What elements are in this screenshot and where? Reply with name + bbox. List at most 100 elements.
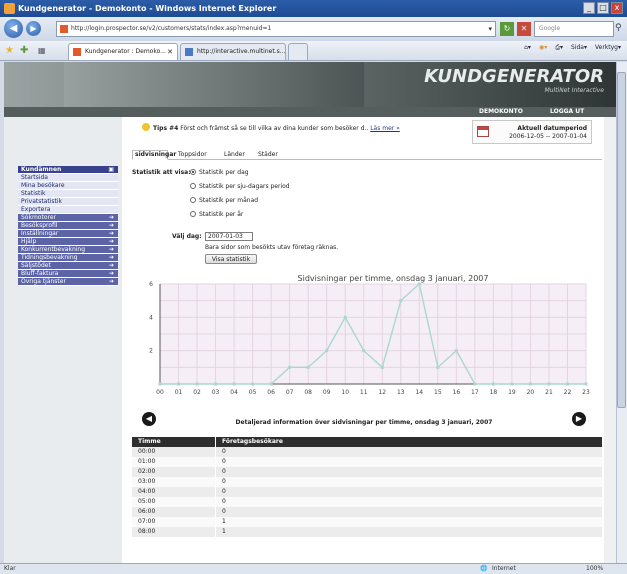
- zoom-level[interactable]: 100%: [586, 564, 603, 574]
- cell-hour: Timme: [138, 438, 161, 445]
- tab-stader[interactable]: Städer: [258, 151, 278, 158]
- tools-menu-label: Verktyg: [595, 44, 618, 51]
- table-row: 05:00 0: [132, 497, 602, 507]
- data-point: [288, 365, 292, 369]
- data-point: [306, 365, 310, 369]
- show-stats-button[interactable]: Visa statistik: [205, 254, 257, 264]
- tab-label: Kundgenerator : Demoko...: [85, 48, 166, 55]
- sidebar-item[interactable]: Konkurrentbevakning ➔: [18, 246, 118, 254]
- sidebar-item[interactable]: Statistik: [18, 190, 118, 198]
- sidebar-item[interactable]: Mina besökare: [18, 182, 118, 190]
- radio-per-month[interactable]: Statistik per månad: [190, 197, 258, 204]
- favorites-star-icon[interactable]: ★: [5, 45, 14, 56]
- page-viewport: KUNDGENERATOR MultiNet Interactive DEMOK…: [4, 62, 616, 563]
- refresh-icon[interactable]: ↻: [500, 22, 514, 36]
- radio-icon: [190, 169, 196, 175]
- x-tick-label: 05: [249, 389, 257, 396]
- stop-icon[interactable]: ✕: [517, 22, 531, 36]
- data-point: [177, 382, 181, 386]
- day-input[interactable]: 2007-01-03: [205, 232, 253, 241]
- tab-lander[interactable]: Länder: [224, 151, 245, 158]
- maximize-button[interactable]: □: [597, 2, 609, 14]
- page-menu[interactable]: Sida▾: [571, 44, 587, 52]
- sidebar-item-label: Kundämnen: [21, 166, 62, 173]
- x-tick-label: 20: [527, 389, 535, 396]
- sidebar-item[interactable]: Sökmotorer ➔: [18, 214, 118, 222]
- tab-interactive[interactable]: http://interactive.multinet.s...: [180, 43, 286, 60]
- radio-per-year[interactable]: Statistik per år: [190, 211, 243, 218]
- new-tab-button[interactable]: [288, 43, 308, 60]
- quick-tabs-icon[interactable]: ▦: [38, 46, 46, 55]
- back-icon[interactable]: ◀: [4, 19, 23, 38]
- forward-icon[interactable]: ▶: [26, 21, 41, 36]
- close-button[interactable]: x: [611, 2, 623, 14]
- cell-visitors: 0: [222, 468, 226, 475]
- sidebar-item[interactable]: Övriga tjänster ➔: [18, 278, 118, 286]
- data-point: [343, 315, 347, 319]
- chevron-down-icon[interactable]: ▾: [488, 22, 492, 36]
- tab-sidvisningar[interactable]: sidvisningar: [135, 151, 176, 158]
- search-icon[interactable]: ⚲: [615, 23, 622, 33]
- data-point: [473, 382, 477, 386]
- collapse-icon: ▣: [108, 166, 114, 173]
- radio-per-week[interactable]: Statistik per sju-dagars period: [190, 183, 290, 190]
- cell-hour: 03:00: [138, 478, 156, 485]
- form-note: Bara sidor som besökts utav företag räkn…: [205, 244, 339, 251]
- day-label: Välj dag:: [172, 233, 202, 240]
- cell-visitors: Företagsbesökare: [222, 438, 283, 445]
- site-favicon-icon: [60, 25, 68, 33]
- next-day-icon[interactable]: ▶: [572, 412, 586, 426]
- sidebar-item[interactable]: Hjälp ➔: [18, 238, 118, 246]
- logout-link[interactable]: LOGGA UT: [550, 108, 584, 115]
- feeds-icon[interactable]: ◉▾: [539, 44, 547, 52]
- add-favorite-icon[interactable]: ✚: [20, 45, 28, 56]
- x-tick-label: 19: [508, 389, 516, 396]
- demo-account-link[interactable]: DEMOKONTO: [479, 108, 523, 115]
- radio-label: Statistik per sju-dagars period: [199, 183, 290, 190]
- tab-toppsidor[interactable]: Toppsidor: [178, 151, 207, 158]
- x-tick-label: 17: [471, 389, 479, 396]
- cell-visitors: 1: [222, 528, 226, 535]
- x-tick-label: 09: [323, 389, 331, 396]
- tab-label: http://interactive.multinet.s...: [197, 48, 286, 55]
- tip-prefix: Tips #4: [153, 125, 179, 132]
- sidebar-item[interactable]: Besöksprofil ➔: [18, 222, 118, 230]
- prev-day-icon[interactable]: ◀: [142, 412, 156, 426]
- sidebar-item[interactable]: Privatstatistik: [18, 198, 118, 206]
- address-bar[interactable]: http://login.prospector.se/v2/customers/…: [56, 21, 496, 37]
- print-icon[interactable]: ⎙▾: [555, 44, 563, 52]
- sidebar-item[interactable]: Säljstödet ➔: [18, 262, 118, 270]
- table-row: 08:00 1: [132, 527, 602, 537]
- pageviews-chart: Sidvisningar per timme, onsdag 3 januari…: [149, 274, 590, 396]
- window-title: Kundgenerator - Demokonto - Windows Inte…: [18, 4, 277, 13]
- x-tick-label: 16: [453, 389, 461, 396]
- sidebar-item[interactable]: Exportera: [18, 206, 118, 214]
- sidebar-item[interactable]: Tidningsbevakning ➔: [18, 254, 118, 262]
- data-point: [269, 382, 273, 386]
- radio-icon: [190, 183, 196, 189]
- minimize-button[interactable]: _: [583, 2, 595, 14]
- date-period-box[interactable]: Aktuell datumperiod 2006-12-05 -- 2007-0…: [472, 120, 592, 144]
- arrow-right-icon: ➔: [108, 222, 114, 229]
- sidebar-item[interactable]: Kundämnen ▣: [18, 166, 118, 174]
- home-icon[interactable]: ⌂▾: [524, 44, 531, 52]
- search-input[interactable]: Google: [534, 21, 614, 37]
- x-tick-label: 04: [230, 389, 238, 396]
- sidebar-item-label: Privatstatistik: [21, 198, 63, 205]
- data-point: [491, 382, 495, 386]
- sidebar-item-label: Tidningsbevakning: [21, 254, 78, 261]
- scrollbar-thumb[interactable]: [617, 72, 626, 408]
- tab-kundgenerator[interactable]: Kundgenerator : Demoko... ✕: [68, 43, 178, 60]
- tip-read-more-link[interactable]: Läs mer »: [370, 125, 400, 132]
- sidebar-item[interactable]: Startsida: [18, 174, 118, 182]
- x-tick-label: 15: [434, 389, 442, 396]
- close-tab-icon[interactable]: ✕: [167, 44, 173, 60]
- arrow-right-icon: ➔: [108, 214, 114, 221]
- sidebar-item[interactable]: Inställningar ➔: [18, 230, 118, 238]
- chart-title: Sidvisningar per timme, onsdag 3 januari…: [298, 274, 489, 283]
- radio-per-day[interactable]: Statistik per dag: [190, 169, 249, 176]
- arrow-right-icon: ➔: [108, 230, 114, 237]
- sidebar-item[interactable]: Bluff-faktura ➔: [18, 270, 118, 278]
- tools-menu[interactable]: Verktyg▾: [595, 44, 621, 52]
- data-point: [251, 382, 255, 386]
